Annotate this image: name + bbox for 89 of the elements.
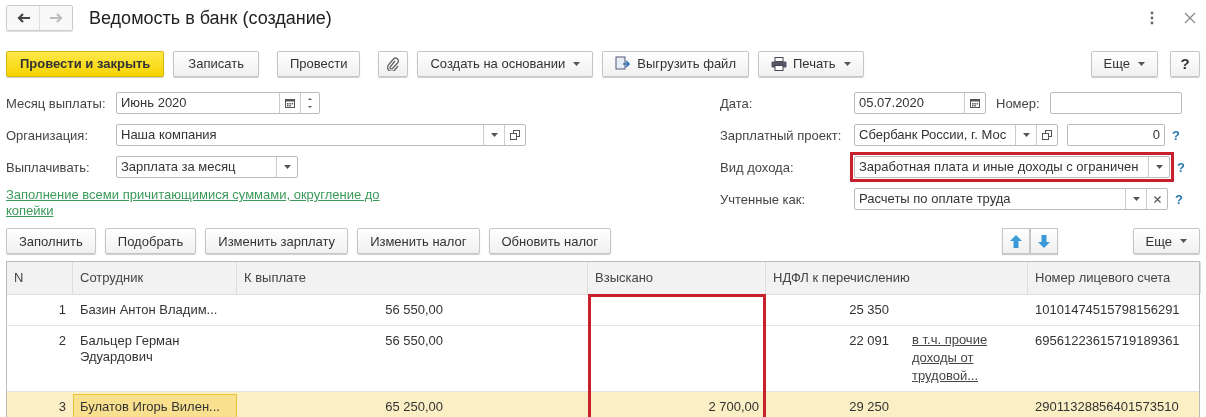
table-row[interactable]: 1 Базин Антон Владим... 56 550,00 25 350 10101474515798156291 (7, 295, 1199, 326)
table-cell-text: 10101474515798156291 (1034, 301, 1181, 319)
more-button[interactable]: Еще (1090, 50, 1158, 77)
field-label: Зарплатный проект: (720, 127, 843, 143)
table-cell-text: 29011328856401573510 (1034, 398, 1180, 416)
input-field[interactable]: Сбербанк России, г. Мос (854, 124, 1058, 146)
table-cell: Булатов Игорь Вилен... (73, 394, 237, 417)
up-arrow-icon (1009, 234, 1022, 248)
tax-note-link[interactable]: в т.ч. прочие доходы от трудовой... (896, 324, 1020, 391)
column-header[interactable]: К выплате (237, 262, 588, 294)
file-export-icon (615, 55, 632, 72)
window-title: Ведомость в банк (создание) (89, 7, 332, 29)
close-icon (1153, 195, 1161, 203)
table-cell-text: 1 (57, 301, 67, 319)
table-cell-text: 56 550,00 (384, 332, 444, 350)
toolbar-button[interactable]: Записать (173, 50, 259, 77)
calendar-icon (285, 98, 295, 108)
table-cell-text: 22 091 (848, 332, 890, 350)
down-arrow-icon (1037, 234, 1050, 248)
back-button[interactable] (7, 6, 39, 30)
input-field[interactable]: 0 (1067, 124, 1165, 146)
field-label: Номер: (996, 95, 1040, 111)
post-and-close-button[interactable]: Провести и закрыть (6, 50, 165, 77)
more-button[interactable]: Еще (1132, 228, 1200, 254)
spin-icon (307, 96, 313, 110)
toolbar-button[interactable]: Провести (276, 50, 361, 77)
field-label: Дата: (720, 95, 754, 111)
table-toolbar-button[interactable]: Подобрать (104, 228, 197, 254)
help-link[interactable]: ? (1172, 127, 1180, 143)
table-row[interactable]: 3 Булатов Игорь Вилен... 65 250,00 2 700,00 29 250 29011328856401573510 (7, 392, 1199, 417)
caret-icon (1138, 61, 1145, 66)
calendar-icon (970, 98, 980, 108)
table-cell-text: 56 550,00 (384, 301, 444, 319)
field-label: Учтенные как: (720, 191, 807, 207)
upload-file-button[interactable]: Выгрузить файл (602, 50, 749, 77)
table-toolbar-button[interactable]: Изменить налог (357, 228, 480, 254)
column-header[interactable]: N (7, 262, 73, 294)
table-toolbar-button[interactable]: Заполнить (6, 228, 96, 254)
windows-icon (510, 130, 520, 140)
table-cell-text: Бальцер Герман Эдуардович (79, 332, 181, 366)
input-field[interactable]: Июнь 2020 (116, 92, 320, 114)
more-vertical-icon[interactable] (1150, 11, 1154, 25)
field-label: Вид дохода: (720, 159, 795, 175)
print-button[interactable]: Печать (758, 50, 864, 77)
table-cell-text: 65 250,00 (384, 398, 444, 416)
input-field[interactable]: Наша компания (116, 124, 526, 146)
column-header[interactable]: Взыскано (588, 262, 766, 294)
table-cell-text: 2 700,00 (707, 398, 760, 416)
input-field[interactable]: 05.07.2020 (854, 92, 986, 114)
help-link[interactable]: ? (1177, 159, 1185, 175)
back-arrow-icon (16, 13, 30, 23)
close-icon[interactable] (1184, 12, 1196, 24)
table-cell-text: 25 350 (848, 301, 890, 319)
field-label: Организация: (6, 127, 90, 143)
input-field[interactable] (1049, 92, 1182, 114)
table-toolbar-button[interactable]: Изменить зарплату (205, 228, 349, 254)
move-down-button[interactable] (1029, 228, 1058, 254)
table-cell-text: 3 (57, 398, 67, 416)
attach-button[interactable] (378, 50, 409, 77)
help-button[interactable]: ? (1170, 50, 1200, 77)
caret-icon (490, 133, 498, 137)
field-label: Месяц выплаты: (6, 95, 107, 111)
caret-icon (1155, 165, 1163, 169)
help-link[interactable]: ? (1175, 191, 1183, 207)
table-cell-text: 69561223615719189361 (1034, 332, 1181, 350)
caret-icon (1132, 197, 1140, 201)
field-label: Выплачивать: (6, 159, 91, 175)
paperclip-icon (387, 56, 400, 71)
caret-icon (1180, 239, 1187, 243)
table-cell-text: 2 (57, 332, 67, 350)
input-field[interactable]: Заработная плата и иные доходы с ограничен (854, 156, 1170, 178)
column-header[interactable]: Номер лицевого счета (1028, 262, 1201, 294)
create-based-on-button[interactable]: Создать на основании (417, 50, 594, 77)
move-up-button[interactable] (1001, 228, 1030, 254)
windows-icon (1042, 130, 1052, 140)
input-field[interactable]: Расчеты по оплате труда (854, 188, 1168, 210)
printer-icon (771, 56, 787, 71)
column-header[interactable]: НДФЛ к перечислению (766, 262, 1028, 294)
caret-icon (843, 61, 851, 66)
forward-arrow-icon (49, 13, 63, 23)
input-field[interactable]: Зарплата за месяц (116, 156, 298, 178)
fill-settings-link[interactable]: Заполнение всеми причитающимися суммами, округление до копейки (6, 187, 406, 219)
table-toolbar-button[interactable]: Обновить налог (488, 228, 612, 254)
table-cell-text: Базин Антон Владим... (79, 301, 219, 319)
column-header[interactable]: Сотрудник (73, 262, 237, 294)
table-cell-text: 29 250 (848, 398, 890, 416)
caret-icon (1022, 133, 1030, 137)
caret-icon (283, 165, 291, 169)
caret-icon (573, 61, 581, 66)
